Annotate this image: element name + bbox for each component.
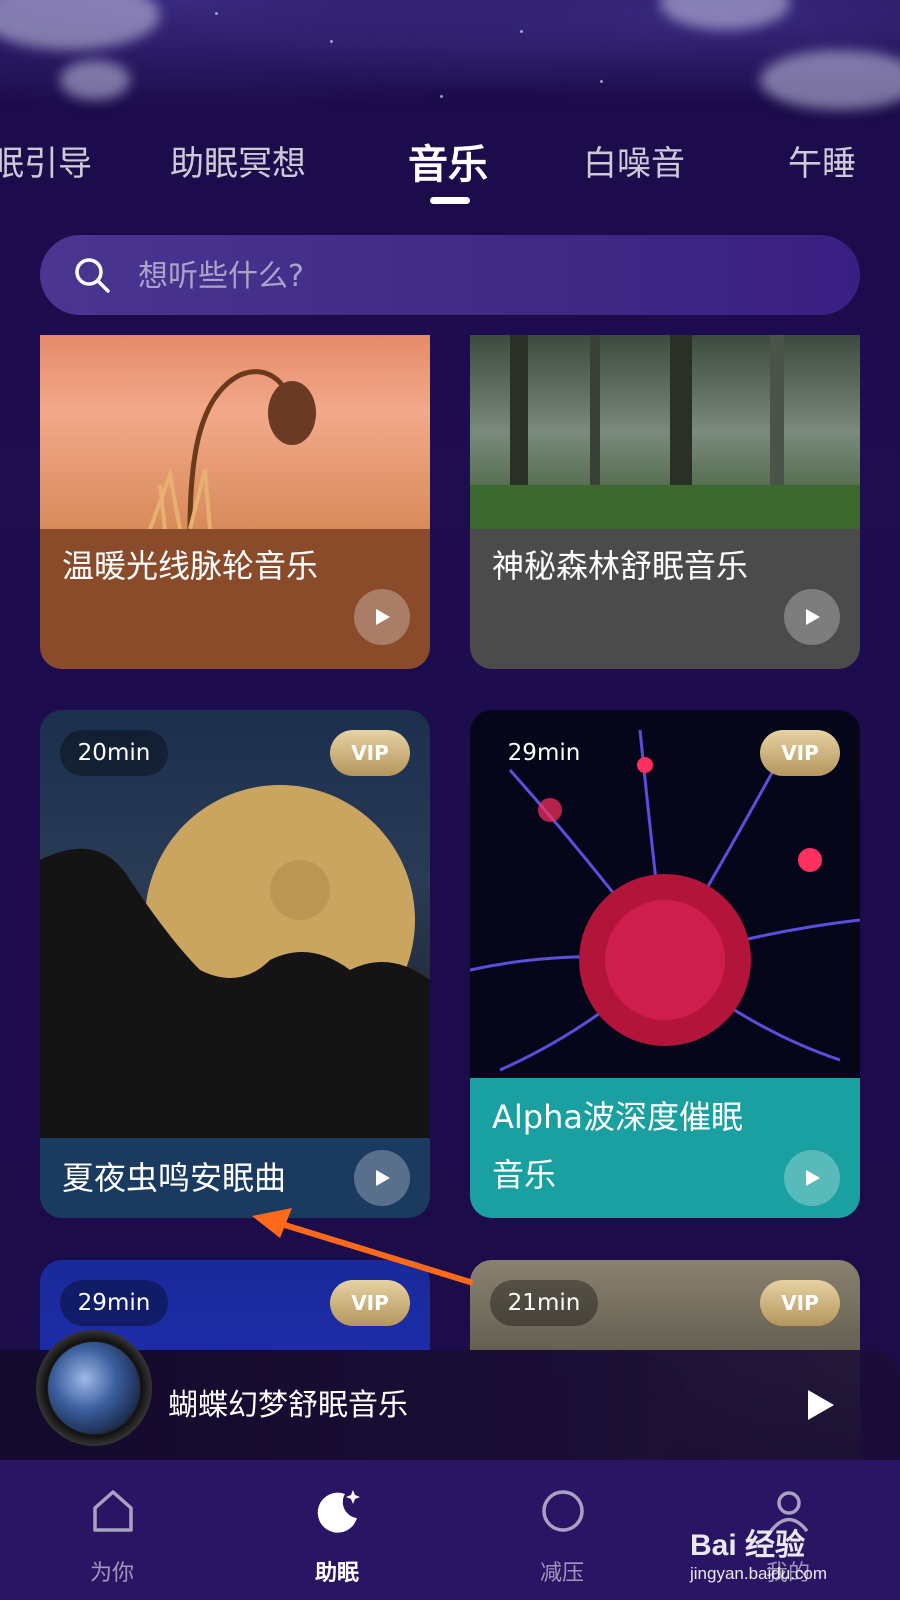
music-card-alpha-wave[interactable]: 29min VIP Alpha波深度催眠音乐 xyxy=(470,710,860,1218)
card-caption: 夏夜虫鸣安眠曲 xyxy=(40,1138,430,1218)
duration-badge: 29min xyxy=(60,1280,168,1326)
category-tabs: 眠引导 助眠冥想 音乐 白噪音 午睡 xyxy=(0,128,900,208)
vip-badge: VIP xyxy=(760,1280,840,1326)
night-sky-header xyxy=(0,0,900,130)
circle-icon xyxy=(542,1490,584,1532)
moon-icon xyxy=(317,1490,360,1533)
nav-label: 减压 xyxy=(539,1561,584,1586)
active-tab-indicator xyxy=(430,197,470,204)
play-icon xyxy=(806,1170,820,1186)
music-card-summer-night[interactable]: 20min VIP 夏夜虫鸣安眠曲 xyxy=(40,710,430,1218)
tab-white-noise[interactable]: 白噪音 xyxy=(583,136,685,185)
card-image xyxy=(40,335,430,530)
duration-badge: 20min xyxy=(60,730,168,776)
search-bar[interactable] xyxy=(40,235,860,317)
search-icon xyxy=(75,258,110,293)
watermark-url: jingyan.baidu.com xyxy=(690,1564,828,1583)
search-input[interactable] xyxy=(136,235,820,317)
card-play-button[interactable] xyxy=(354,589,410,645)
card-play-button[interactable] xyxy=(784,589,840,645)
home-icon xyxy=(93,1490,133,1532)
nav-item-for-you[interactable]: 为你 xyxy=(42,1460,182,1600)
card-title: 温暖光线脉轮音乐 xyxy=(62,547,319,585)
tab-sleep-meditation[interactable]: 助眠冥想 xyxy=(170,136,306,185)
card-caption: 神秘森林舒眠音乐 xyxy=(470,529,860,669)
watermark-logo: Bai 经验 xyxy=(690,1529,806,1562)
music-card-mysterious-forest[interactable]: 神秘森林舒眠音乐 xyxy=(470,335,860,669)
vip-badge: VIP xyxy=(760,730,840,776)
vip-badge: VIP xyxy=(330,730,410,776)
card-image xyxy=(470,335,860,529)
tab-music[interactable]: 音乐 xyxy=(408,132,488,190)
play-icon[interactable] xyxy=(800,1385,840,1425)
card-play-button[interactable] xyxy=(354,1150,410,1206)
nav-label: 为你 xyxy=(89,1561,134,1586)
duration-badge: 21min xyxy=(490,1280,598,1326)
card-caption: 温暖光线脉轮音乐 xyxy=(40,529,430,669)
tab-nap[interactable]: 午睡 xyxy=(788,136,856,185)
card-title: 神秘森林舒眠音乐 xyxy=(492,547,749,585)
now-playing-cover[interactable] xyxy=(36,1330,152,1446)
now-playing-title[interactable]: 蝴蝶幻梦舒眠音乐 xyxy=(168,1380,408,1424)
nav-label: 助眠 xyxy=(314,1561,359,1586)
nav-item-sleep[interactable]: 助眠 xyxy=(267,1460,407,1600)
card-caption: Alpha波深度催眠音乐 xyxy=(470,1078,860,1218)
baidu-jingyan-watermark: Bai 经验 jingyan.baidu.com xyxy=(690,1520,890,1600)
tab-sleep-guide[interactable]: 眠引导 xyxy=(0,136,92,185)
play-icon xyxy=(806,609,820,625)
card-title: 夏夜虫鸣安眠曲 xyxy=(62,1159,287,1197)
play-icon xyxy=(376,609,390,625)
play-icon xyxy=(376,1170,390,1186)
card-play-button[interactable] xyxy=(784,1150,840,1206)
music-card-warm-light[interactable]: 温暖光线脉轮音乐 xyxy=(40,335,430,669)
nav-item-relax[interactable]: 减压 xyxy=(492,1460,632,1600)
duration-badge: 29min xyxy=(507,740,581,766)
vip-badge: VIP xyxy=(330,1280,410,1326)
card-title: Alpha波深度催眠音乐 xyxy=(492,1098,743,1194)
